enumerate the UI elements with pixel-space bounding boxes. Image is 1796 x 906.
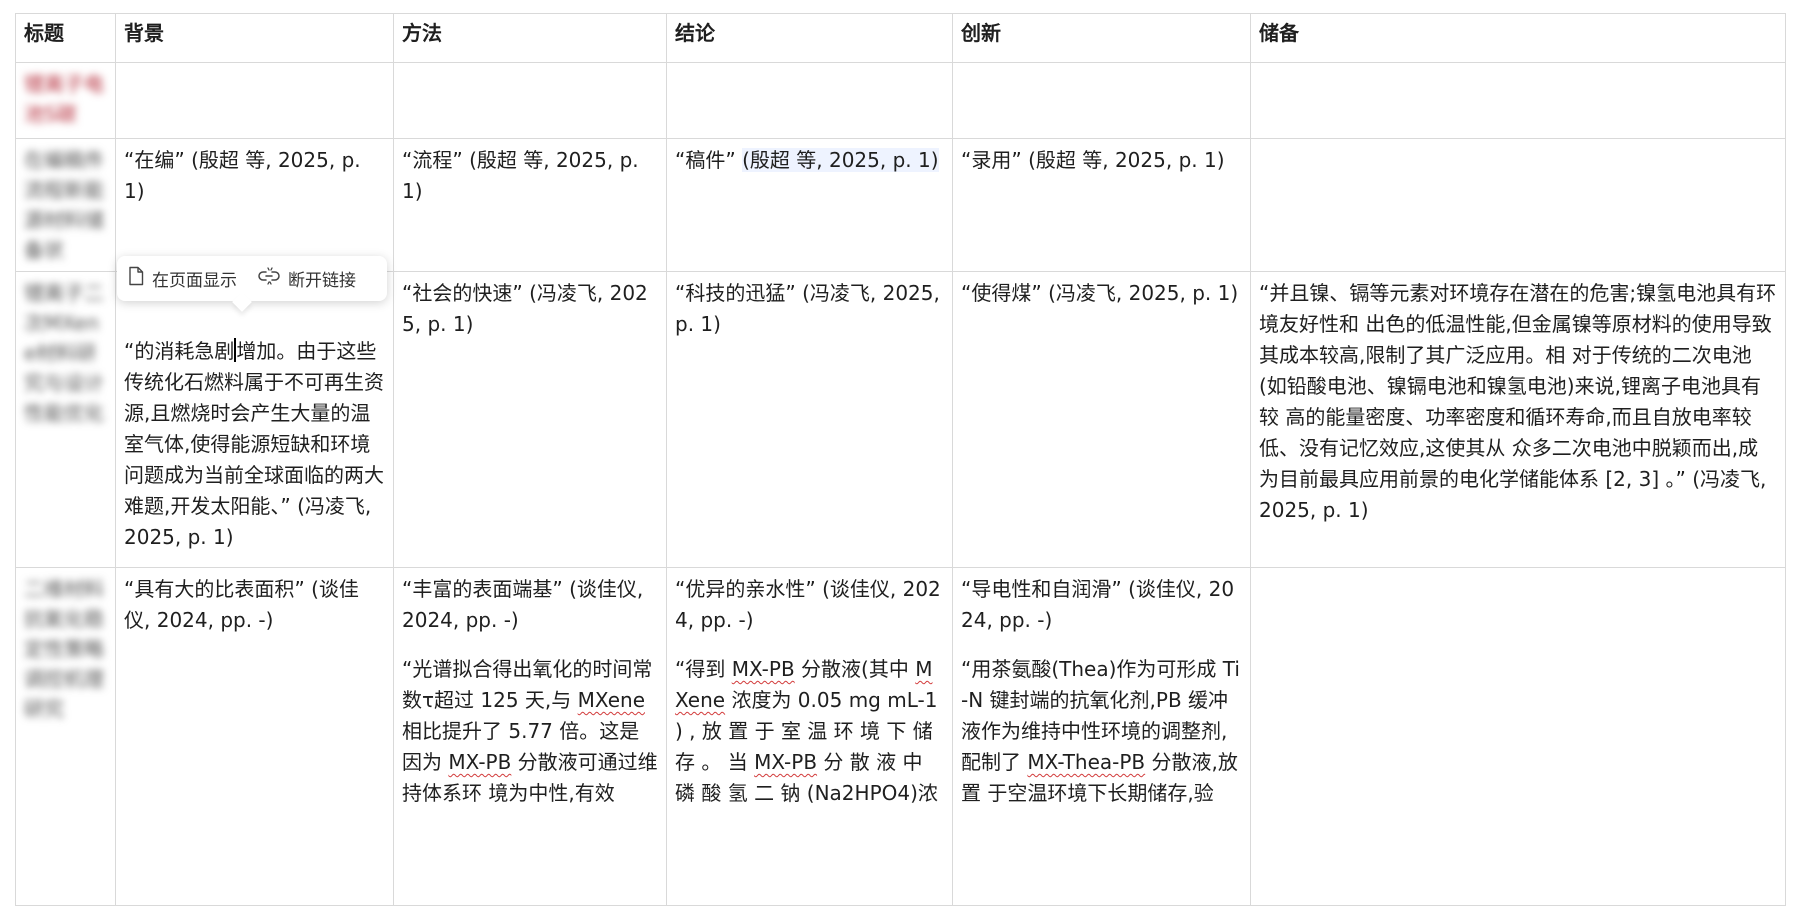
quote-text: 分散液(其中 <box>794 657 916 681</box>
citation-text[interactable]: “具有大的比表面积” (谈佳仪, 2024, pp. -) <box>124 574 385 636</box>
cell-title[interactable]: 二维材料抗氧化稳定性策略调控机理研究 <box>15 567 116 906</box>
citation-text[interactable]: “导电性和自润滑” (谈佳仪, 2024, pp. -) <box>961 574 1242 636</box>
citation-text[interactable]: “流程” (殷超 等, 2025, p. 1) <box>402 145 658 207</box>
citation-text[interactable]: “并且镍、镉等元素对环境存在潜在的危害;镍氢电池具有环境友好性和 出色的低温性能… <box>1259 278 1777 526</box>
citation-text[interactable]: “在编” (殷超 等, 2025, p. 1) <box>124 145 385 207</box>
citation-text[interactable]: “光谱拟合得出氧化的时间常数τ超过 125 天,与 MXene 相比提升了 5.… <box>402 654 658 809</box>
cell-innovation[interactable]: “导电性和自润滑” (谈佳仪, 2024, pp. -) “用茶氨酸(Thea)… <box>952 567 1251 906</box>
cell-method[interactable]: “丰富的表面端基” (谈佳仪, 2024, pp. -) “光谱拟合得出氧化的时… <box>393 567 667 906</box>
unlink-icon <box>257 266 281 291</box>
spellcheck-word[interactable]: MX-PB <box>754 750 817 774</box>
cell-conclusion[interactable]: “稿件” (殷超 等, 2025, p. 1) <box>666 138 953 272</box>
show-on-page-button[interactable]: 在页面显示 <box>117 256 247 301</box>
notes-table: 标题 背景 方法 结论 创新 储备 锂离子电池S碳 在编稿件流程新能源材料储备状 <box>15 13 1786 906</box>
citation-text[interactable]: “用茶氨酸(Thea)作为可形成 Ti-N 键封端的抗氧化剂,PB 缓冲液作为维… <box>961 654 1242 809</box>
cell-background[interactable]: “的消耗急剧 增加。由于这些传统化石燃料属于不可再生资源,且燃烧时会产生大量的温室… <box>115 271 394 568</box>
row-title: 锂离子电池S碳 <box>24 72 104 126</box>
unlink-label: 断开链接 <box>288 271 356 291</box>
header-background[interactable]: 背景 <box>115 13 394 63</box>
cell-reserve[interactable] <box>1250 567 1786 906</box>
spellcheck-word[interactable]: MX-PB <box>732 657 795 681</box>
cell-title[interactable]: 锂离子电池S碳 <box>15 62 116 139</box>
header-innovation[interactable]: 创新 <box>952 13 1251 63</box>
header-row: 标题 背景 方法 结论 创新 储备 <box>15 13 1786 63</box>
cell-background[interactable]: “具有大的比表面积” (谈佳仪, 2024, pp. -) <box>115 567 394 906</box>
row-title: 二维材料抗氧化稳定性策略调控机理研究 <box>24 577 104 721</box>
table-row: 锂离子电池S碳 <box>15 62 1786 139</box>
header-reserve[interactable]: 储备 <box>1250 13 1786 63</box>
citation-text[interactable]: “录用” (殷超 等, 2025, p. 1) <box>961 145 1242 176</box>
cell-method[interactable]: “社会的快速” (冯凌飞, 2025, p. 1) <box>393 271 667 568</box>
page-icon <box>127 266 145 291</box>
row-title: 在编稿件流程新能源材料储备状 <box>24 148 104 262</box>
spellcheck-word[interactable]: MX-PB <box>448 750 511 774</box>
table-row: 二维材料抗氧化稳定性策略调控机理研究 “具有大的比表面积” (谈佳仪, 2024… <box>15 567 1786 906</box>
cell-title[interactable]: 在编稿件流程新能源材料储备状 <box>15 138 116 272</box>
quote-text: “的消耗急剧 <box>124 339 235 363</box>
cell-reserve[interactable]: “并且镍、镉等元素对环境存在潜在的危害;镍氢电池具有环境友好性和 出色的低温性能… <box>1250 271 1786 568</box>
cell-innovation[interactable]: “使得煤” (冯凌飞, 2025, p. 1) <box>952 271 1251 568</box>
cell-reserve[interactable] <box>1250 62 1786 139</box>
quote-text: 增加。由于这些传统化石燃料属于不可再生资源,且燃烧时会产生大量的温室气体,使得能… <box>124 339 384 549</box>
cell-method[interactable] <box>393 62 667 139</box>
cell-innovation[interactable] <box>952 62 1251 139</box>
cell-method[interactable]: “流程” (殷超 等, 2025, p. 1) <box>393 138 667 272</box>
header-method[interactable]: 方法 <box>393 13 667 63</box>
header-conclusion[interactable]: 结论 <box>666 13 953 63</box>
spellcheck-word[interactable]: MX-Thea-PB <box>1027 750 1145 774</box>
table-row: 在编稿件流程新能源材料储备状 “在编” (殷超 等, 2025, p. 1) “… <box>15 138 1786 272</box>
table-row: 锂离子二次MXene材料研究与设计性能优化 “的消耗急剧 增加。由于这些传统化石燃… <box>15 271 1786 568</box>
spellcheck-word[interactable]: MXene <box>578 688 645 712</box>
quote-text: “得到 <box>675 657 732 681</box>
citation-text[interactable]: “科技的迅猛” (冯凌飞, 2025, p. 1) <box>675 278 944 340</box>
citation-text[interactable]: “丰富的表面端基” (谈佳仪, 2024, pp. -) <box>402 574 658 636</box>
cell-conclusion[interactable]: “优异的亲水性” (谈佳仪, 2024, pp. -) “得到 MX-PB 分散… <box>666 567 953 906</box>
link-tooltip: 在页面显示 断开链接 <box>117 256 387 301</box>
show-on-page-label: 在页面显示 <box>152 271 237 291</box>
quote-text: “稿件” <box>675 148 743 172</box>
cell-innovation[interactable]: “录用” (殷超 等, 2025, p. 1) <box>952 138 1251 272</box>
citation-text[interactable]: “使得煤” (冯凌飞, 2025, p. 1) <box>961 278 1242 309</box>
cell-background[interactable]: “在编” (殷超 等, 2025, p. 1) <box>115 138 394 272</box>
cell-conclusion[interactable] <box>666 62 953 139</box>
cell-background[interactable] <box>115 62 394 139</box>
cell-conclusion[interactable]: “科技的迅猛” (冯凌飞, 2025, p. 1) <box>666 271 953 568</box>
cell-title[interactable]: 锂离子二次MXene材料研究与设计性能优化 <box>15 271 116 568</box>
row-title: 锂离子二次MXene材料研究与设计性能优化 <box>24 281 104 425</box>
highlighted-citation[interactable]: (殷超 等, 2025, p. 1) <box>742 148 939 172</box>
citation-text[interactable]: “稿件” (殷超 等, 2025, p. 1) <box>675 145 944 176</box>
citation-text[interactable]: “社会的快速” (冯凌飞, 2025, p. 1) <box>402 278 658 340</box>
citation-text[interactable]: “得到 MX-PB 分散液(其中 MXene 浓度为 0.05 mg mL-1 … <box>675 654 944 809</box>
citation-text[interactable]: “优异的亲水性” (谈佳仪, 2024, pp. -) <box>675 574 944 636</box>
unlink-button[interactable]: 断开链接 <box>247 256 366 301</box>
cell-reserve[interactable] <box>1250 138 1786 272</box>
citation-text[interactable]: “的消耗急剧 增加。由于这些传统化石燃料属于不可再生资源,且燃烧时会产生大量的温室… <box>124 336 385 553</box>
header-title[interactable]: 标题 <box>15 13 116 63</box>
